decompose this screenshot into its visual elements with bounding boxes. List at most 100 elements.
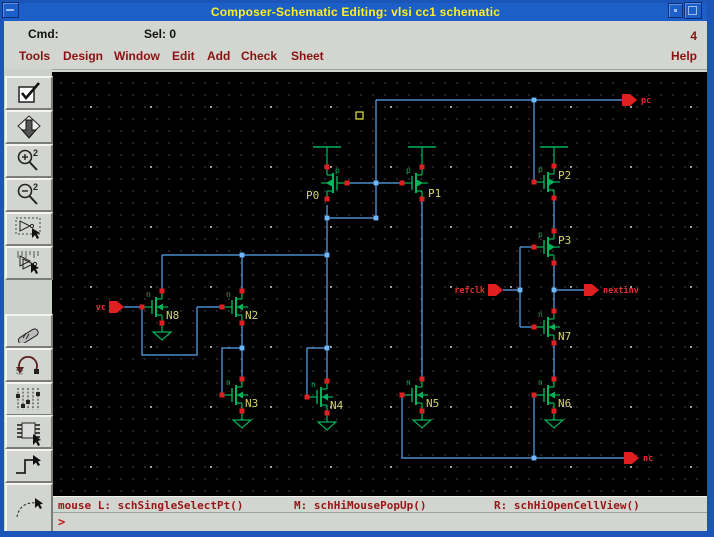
terminal-pin[interactable] [551,260,557,266]
pin-arrow-icon[interactable] [109,301,124,313]
terminal-pin[interactable] [419,196,425,202]
terminal-pin[interactable] [419,376,425,382]
instance-label-P2[interactable]: P2 [558,169,571,182]
gnd-symbol[interactable] [151,331,173,341]
wire-junction[interactable] [531,97,537,103]
transistor-N7[interactable]: n N7 [531,308,572,346]
terminal-pin[interactable] [219,304,225,310]
instance-label-P3[interactable]: P3 [558,234,571,247]
terminal-pin[interactable] [399,392,405,398]
terminal-pin[interactable] [239,320,245,326]
terminal-pin[interactable] [419,164,425,170]
terminal-pin[interactable] [551,195,557,201]
instance-label-N3[interactable]: N3 [245,397,258,410]
terminal-pin[interactable] [551,163,557,169]
wire-junction[interactable] [324,345,330,351]
transistor-P1[interactable]: p P1 [399,164,442,202]
wire-junction[interactable] [531,455,537,461]
terminal-pin[interactable] [139,304,145,310]
wire-junction[interactable] [517,287,523,293]
transistor-N6[interactable]: n N6 [531,376,572,414]
terminal-pin[interactable] [399,180,405,186]
save-button[interactable] [5,110,53,144]
transistor-P2[interactable]: p P2 [531,163,572,201]
terminal-pin[interactable] [551,340,557,346]
terminal-pin[interactable] [324,164,330,170]
wire-junction[interactable] [239,252,245,258]
schematic-canvas[interactable]: p P0 p P1 p P2 p P3 n N7 n N6 n N8 n N2 n N3 n N4 n N5 vc pc ref… [52,72,707,496]
terminal-pin[interactable] [304,394,310,400]
menu-check[interactable]: Check [241,49,277,63]
wire-button[interactable] [5,449,53,483]
title-bar[interactable]: Composer-Schematic Editing: vlsi cc1 sch… [4,3,707,21]
pin-pc[interactable]: pc [622,94,651,106]
restore-icon[interactable] [668,3,683,18]
transistor-N4[interactable]: n N4 [304,378,344,416]
instance-label-N7[interactable]: N7 [558,330,571,343]
property-button[interactable] [5,382,53,416]
terminal-pin[interactable] [239,408,245,414]
instance-label-P1[interactable]: P1 [428,187,441,200]
terminal-pin[interactable] [239,288,245,294]
wire[interactable] [327,100,377,219]
check-and-save-button[interactable] [5,76,53,110]
pin-arrow-icon[interactable] [622,94,637,106]
terminal-pin[interactable] [531,392,537,398]
menu-add[interactable]: Add [207,49,230,63]
wide-wire-button[interactable] [5,483,53,533]
instance-label-P0[interactable]: P0 [306,189,319,202]
terminal-pin[interactable] [344,180,350,186]
terminal-pin[interactable] [551,308,557,314]
instance-label-N2[interactable]: N2 [245,309,258,322]
terminal-pin[interactable] [159,288,165,294]
terminal-pin[interactable] [551,408,557,414]
terminal-pin[interactable] [324,196,330,202]
terminal-pin[interactable] [551,228,557,234]
terminal-pin[interactable] [324,378,330,384]
terminal-pin[interactable] [324,410,330,416]
zoom-out-2x-button[interactable]: 2 [5,178,53,212]
transistor-N3[interactable]: n N3 [219,376,259,414]
pin-arrow-icon[interactable] [488,284,503,296]
gnd-symbol[interactable] [231,419,253,429]
wire-junction[interactable] [551,287,557,293]
pin-arrow-icon[interactable] [584,284,599,296]
transistor-N2[interactable]: n N2 [219,288,259,326]
terminal-pin[interactable] [551,376,557,382]
minimize-icon[interactable] [2,2,19,18]
terminal-pin[interactable] [159,320,165,326]
transistor-P0[interactable]: p P0 [306,164,350,203]
transistor-N5[interactable]: n N5 [399,376,440,414]
menu-edit[interactable]: Edit [172,49,195,63]
terminal-pin[interactable] [531,179,537,185]
prompt-bar[interactable]: > [52,512,707,532]
pin-nc[interactable]: nc [624,452,653,464]
terminal-pin[interactable] [239,376,245,382]
terminal-pin[interactable] [531,244,537,250]
gnd-symbol[interactable] [316,421,338,431]
wire-junction[interactable] [324,252,330,258]
menu-help[interactable]: Help [671,49,697,63]
maximize-icon[interactable] [684,2,702,19]
wire[interactable] [221,347,242,395]
wire-junction[interactable] [239,345,245,351]
menu-sheet[interactable]: Sheet [291,49,324,63]
terminal-pin[interactable] [419,408,425,414]
pin-vc[interactable]: vc [96,301,124,313]
delete-button[interactable] [5,314,53,348]
copy-button[interactable] [5,246,53,280]
stretch-button[interactable] [5,212,53,246]
pin-refclk[interactable]: refclk [454,284,503,296]
transistor-N8[interactable]: n N8 [139,288,180,326]
wire-junction[interactable] [324,215,330,221]
undo-button[interactable] [5,348,53,382]
terminal-pin[interactable] [219,392,225,398]
transistor-P3[interactable]: p P3 [531,228,572,266]
instance-label-N4[interactable]: N4 [330,399,344,412]
wire-junction[interactable] [373,180,379,186]
instance-label-N8[interactable]: N8 [166,309,179,322]
instance-button[interactable] [5,415,53,449]
gnd-symbol[interactable] [411,419,433,429]
menu-window[interactable]: Window [114,49,160,63]
gnd-symbol[interactable] [543,419,565,429]
